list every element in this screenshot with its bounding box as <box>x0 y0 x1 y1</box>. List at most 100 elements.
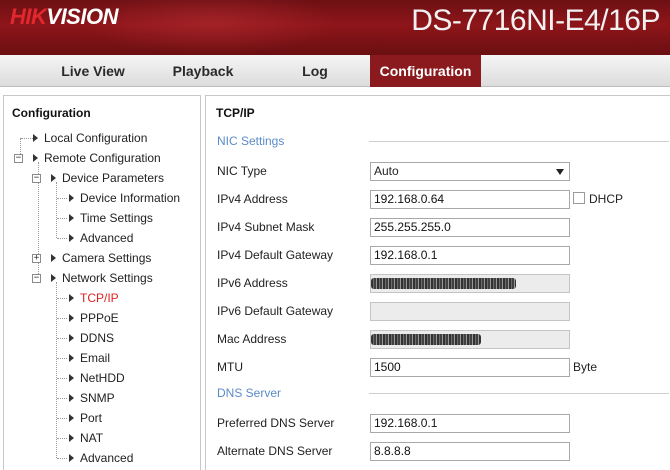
section-divider <box>369 393 669 394</box>
hikvision-logo: HIKVISION <box>10 4 118 30</box>
arrow-right-icon <box>69 454 74 462</box>
page-title: TCP/IP <box>216 106 255 120</box>
tree-item-ddns[interactable]: DDNS <box>69 330 114 346</box>
arrow-right-icon <box>69 434 74 442</box>
tree-item-local-configuration[interactable]: Local Configuration <box>33 130 147 146</box>
tree-item-tcpip[interactable]: TCP/IP <box>69 290 119 306</box>
tree-hline-adv2 <box>57 458 67 459</box>
arrow-right-icon <box>69 354 74 362</box>
label-ipv6-default-gateway: IPv6 Default Gateway <box>217 304 334 318</box>
tree-label: Port <box>80 411 103 425</box>
tree-item-nat[interactable]: NAT <box>69 430 103 446</box>
arrow-right-icon <box>69 214 74 222</box>
arrow-right-icon <box>69 314 74 322</box>
tree-hline-nethdd <box>57 378 67 379</box>
label-mtu: MTU <box>217 360 243 374</box>
collapse-remote-icon[interactable]: − <box>14 154 23 163</box>
section-dns-server: DNS Server <box>217 386 282 400</box>
tree-hline-pppoe <box>57 318 67 319</box>
ipv4-address-field[interactable]: 192.168.0.64 <box>370 190 570 209</box>
tree-label: Local Configuration <box>44 131 148 145</box>
mac-address-field <box>370 330 570 349</box>
tree-line-network <box>56 282 57 458</box>
tree-label: Device Parameters <box>62 171 165 185</box>
arrow-right-icon <box>69 294 74 302</box>
ipv6-default-gateway-field <box>370 302 570 321</box>
tree-hline-snmp <box>57 398 67 399</box>
logo-part-vision: VISION <box>46 4 118 29</box>
tree-item-email[interactable]: Email <box>69 350 110 366</box>
tree-item-nethdd[interactable]: NetHDD <box>69 370 125 386</box>
tab-live-view[interactable]: Live View <box>50 55 136 87</box>
arrow-right-icon <box>69 394 74 402</box>
dhcp-label: DHCP <box>589 192 624 206</box>
logo-part-hik: HIK <box>10 4 47 29</box>
tree-hline-tcpip <box>57 298 67 299</box>
tree-item-snmp[interactable]: SNMP <box>69 390 115 406</box>
arrow-right-icon <box>33 154 38 162</box>
tree-hline-adv1 <box>57 238 67 239</box>
tree-label: Device Information <box>80 191 181 205</box>
arrow-right-icon <box>69 374 74 382</box>
tree-label: Time Settings <box>80 211 153 225</box>
config-sidebar: Configuration − − + − Local Configuratio… <box>3 95 201 470</box>
ipv4-default-gateway-field[interactable]: 192.168.0.1 <box>370 246 570 265</box>
label-mac-address: Mac Address <box>217 332 287 346</box>
expand-camera-settings-icon[interactable]: + <box>32 254 41 263</box>
tree-hline-email <box>57 358 67 359</box>
tree-label: TCP/IP <box>80 291 119 305</box>
tree-hline-ddns <box>57 338 67 339</box>
main-nav: Live View Playback Log Configuration <box>0 55 670 87</box>
arrow-right-icon <box>51 274 56 282</box>
tree-label: NAT <box>80 431 104 445</box>
label-nic-type: NIC Type <box>217 164 267 178</box>
arrow-right-icon <box>69 334 74 342</box>
collapse-network-settings-icon[interactable]: − <box>32 274 41 283</box>
label-alternate-dns: Alternate DNS Server <box>217 444 333 458</box>
label-ipv4-address: IPv4 Address <box>217 192 288 206</box>
tree-label: Email <box>80 351 111 365</box>
arrow-right-icon <box>33 134 38 142</box>
section-nic-settings: NIC Settings <box>217 134 285 148</box>
tree-line-device <box>56 182 57 238</box>
tree-label: Camera Settings <box>62 251 152 265</box>
tree-item-advanced-network[interactable]: Advanced <box>69 450 133 466</box>
tree-label: DDNS <box>80 331 115 345</box>
tree-label: SNMP <box>80 391 115 405</box>
section-divider <box>369 141 669 142</box>
tree-label: Advanced <box>80 451 134 465</box>
tree-item-network-settings[interactable]: Network Settings <box>51 270 153 286</box>
tab-configuration[interactable]: Configuration <box>370 55 481 87</box>
tree-item-device-information[interactable]: Device Information <box>69 190 180 206</box>
tab-log[interactable]: Log <box>285 55 345 87</box>
nic-type-value: Auto <box>374 164 399 178</box>
tree-item-pppoe[interactable]: PPPoE <box>69 310 119 326</box>
tree-item-device-parameters[interactable]: Device Parameters <box>51 170 164 186</box>
alternate-dns-field[interactable]: 8.8.8.8 <box>370 442 570 461</box>
mtu-field[interactable]: 1500 <box>370 358 570 377</box>
tree-item-time-settings[interactable]: Time Settings <box>69 210 153 226</box>
tree-label: PPPoE <box>80 311 119 325</box>
preferred-dns-field[interactable]: 192.168.0.1 <box>370 414 570 433</box>
tab-playback[interactable]: Playback <box>160 55 246 87</box>
arrow-right-icon <box>51 174 56 182</box>
tree-item-advanced-device[interactable]: Advanced <box>69 230 133 246</box>
arrow-right-icon <box>69 234 74 242</box>
tree-label: Remote Configuration <box>44 151 161 165</box>
dhcp-checkbox[interactable] <box>573 192 585 204</box>
chevron-down-icon <box>556 169 564 175</box>
tree-item-camera-settings[interactable]: Camera Settings <box>51 250 151 266</box>
header-banner: HIKVISION DS-7716NI-E4/16P <box>0 0 670 55</box>
tree-hline-time <box>57 218 67 219</box>
tree-item-port[interactable]: Port <box>69 410 102 426</box>
ipv6-address-field <box>370 274 570 293</box>
tree-item-remote-configuration[interactable]: Remote Configuration <box>33 150 161 166</box>
nic-type-select[interactable]: Auto <box>370 162 570 181</box>
arrow-right-icon <box>51 254 56 262</box>
tree-label: NetHDD <box>80 371 125 385</box>
tree-label: Advanced <box>80 231 134 245</box>
redacted-scribble <box>371 334 481 345</box>
collapse-device-params-icon[interactable]: − <box>32 174 41 183</box>
sidebar-title: Configuration <box>12 106 91 120</box>
ipv4-subnet-mask-field[interactable]: 255.255.255.0 <box>370 218 570 237</box>
